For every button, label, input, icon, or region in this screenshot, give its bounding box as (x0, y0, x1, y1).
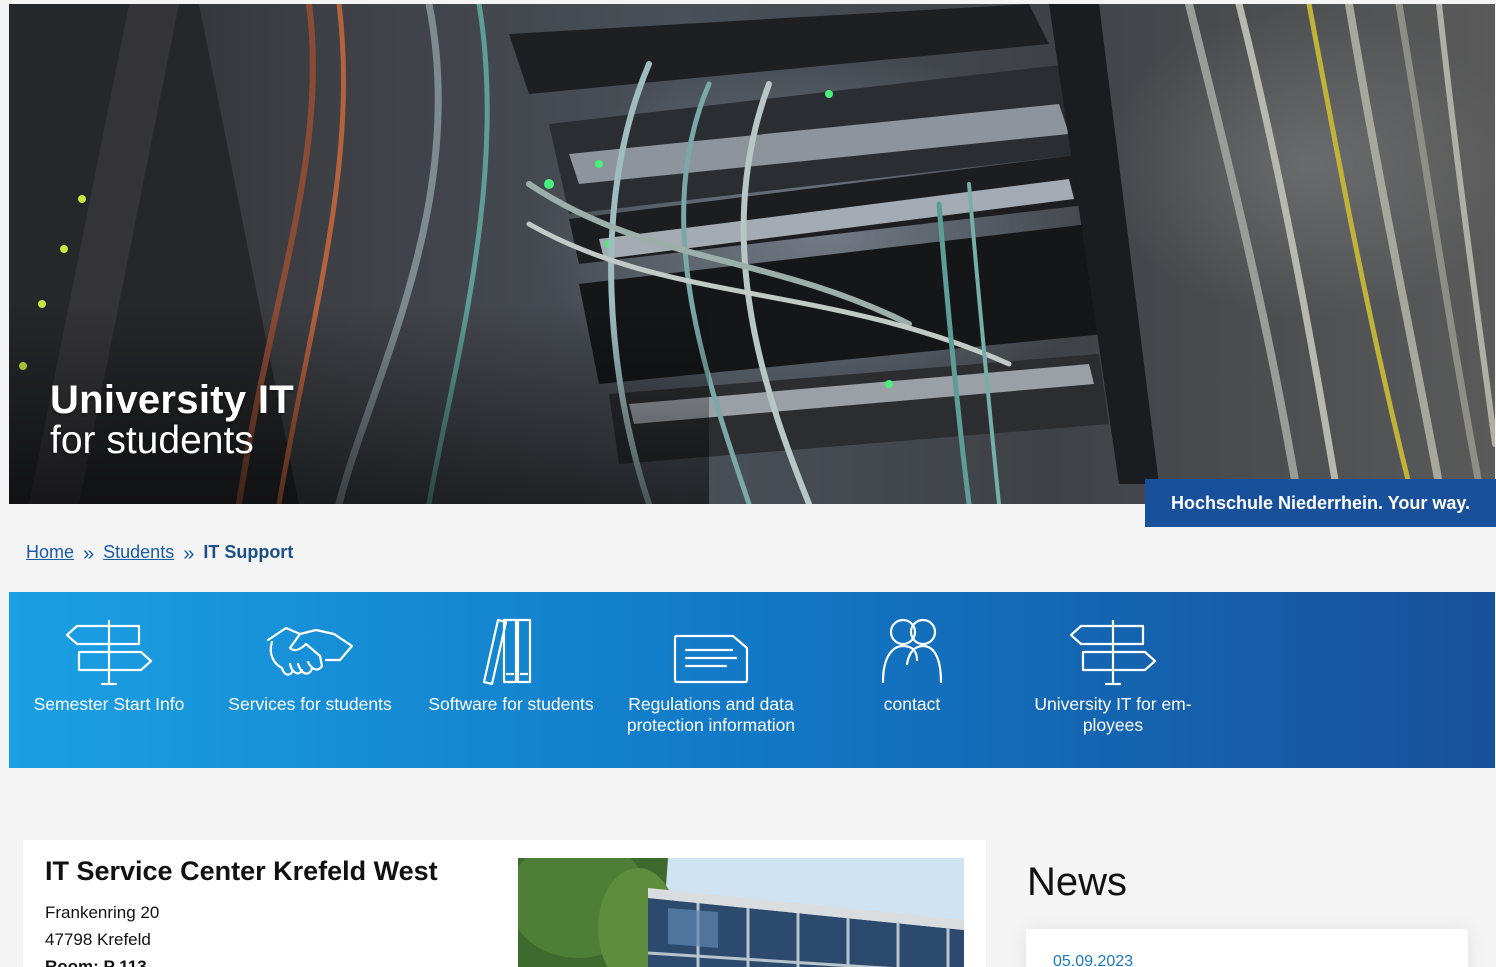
building-photo (518, 858, 964, 967)
quick-navigation: Semester Start Info Services for student… (9, 592, 1495, 768)
slogan-badge: Hochschule Niederrhein. Your way. (1145, 479, 1496, 527)
quicknav-regulations-data-protection[interactable]: Regulations and data protection informat… (611, 592, 811, 768)
quicknav-label: Regulations and data protection informat… (626, 694, 796, 735)
books-icon (482, 618, 532, 686)
people-icon (881, 618, 943, 684)
address-room: Room: P 113 (45, 957, 147, 967)
news-item[interactable]: 05.09.2023 (1026, 929, 1468, 967)
quicknav-contact[interactable]: contact (812, 592, 1012, 768)
breadcrumb-separator: » (183, 543, 195, 565)
signpost-icon (1069, 620, 1157, 686)
signpost-icon (65, 620, 153, 686)
breadcrumb-home-link[interactable]: Home (26, 542, 74, 563)
hero-banner: University IT for students (9, 4, 1495, 504)
news-date: 05.09.2023 (1053, 953, 1134, 967)
address-street: Frankenring 20 (45, 903, 160, 922)
hero-title-light: for students (50, 419, 254, 462)
breadcrumb-separator: » (83, 543, 95, 565)
quicknav-semester-start-info[interactable]: Semester Start Info (9, 592, 209, 768)
breadcrumb-students-link[interactable]: Students (103, 542, 174, 563)
service-center-title: IT Service Center Krefeld West (45, 856, 438, 886)
quicknav-services-for-students[interactable]: Services for students (210, 592, 410, 768)
quicknav-university-it-employees[interactable]: University IT for em-ployees (1013, 592, 1213, 768)
service-center-card: IT Service Center Krefeld West Frankenri… (23, 840, 986, 967)
quicknav-software-for-students[interactable]: Software for students (411, 592, 611, 768)
breadcrumb-current: IT Support (203, 542, 294, 562)
quicknav-label: University IT for em-ployees (1034, 694, 1192, 735)
quicknav-label: Software for students (428, 694, 594, 714)
breadcrumb: Home » Students » IT Support (26, 541, 294, 565)
address-city: 47798 Krefeld (45, 930, 151, 949)
hero-title-bold: University IT (50, 378, 294, 422)
quicknav-label: contact (883, 694, 941, 714)
quicknav-label: Semester Start Info (33, 694, 185, 714)
document-icon (673, 634, 749, 684)
handshake-icon (266, 626, 354, 676)
service-center-address: Frankenring 20 47798 Krefeld Room: P 113 (45, 899, 159, 967)
news-heading: News (1027, 860, 1128, 904)
hero-title: University IT for students (50, 379, 294, 462)
quicknav-label: Services for students (228, 694, 392, 714)
